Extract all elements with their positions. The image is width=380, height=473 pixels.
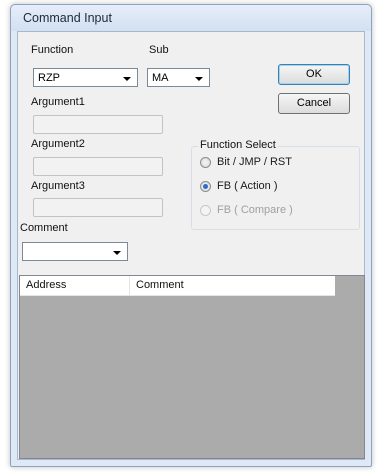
- column-header-comment[interactable]: Comment: [130, 276, 335, 295]
- sub-dropdown[interactable]: MA: [147, 68, 210, 87]
- dialog-body: Function RZP Sub MA OK Cancel Argument1 …: [17, 31, 365, 460]
- argument1-label: Argument1: [31, 96, 85, 108]
- title-bar[interactable]: Command Input: [11, 5, 371, 31]
- argument3-label: Argument3: [31, 180, 85, 192]
- sub-value: MA: [152, 72, 169, 84]
- radio-fb-action-button[interactable]: [200, 181, 211, 192]
- radio-bit-jmp-rst-button[interactable]: [200, 157, 211, 168]
- argument3-field[interactable]: [33, 198, 163, 217]
- function-select-title: Function Select: [198, 139, 278, 151]
- comment-label: Comment: [20, 222, 68, 234]
- argument2-label: Argument2: [31, 138, 85, 150]
- window-title: Command Input: [23, 11, 112, 25]
- function-select-group: Function Select Bit / JMP / RST FB ( Act…: [191, 139, 360, 230]
- cancel-button[interactable]: Cancel: [278, 93, 350, 114]
- radio-fb-action-label: FB ( Action ): [217, 180, 278, 192]
- chevron-down-icon: [195, 77, 203, 81]
- function-dropdown[interactable]: RZP: [33, 68, 138, 87]
- argument1-field[interactable]: [33, 115, 163, 134]
- column-header-address[interactable]: Address: [20, 276, 130, 295]
- chevron-down-icon: [113, 251, 121, 255]
- argument2-field[interactable]: [33, 157, 163, 176]
- function-label: Function: [31, 44, 74, 56]
- radio-fb-compare-label: FB ( Compare ): [217, 204, 293, 216]
- comment-dropdown[interactable]: [22, 242, 128, 261]
- address-comment-list[interactable]: Address Comment: [19, 275, 365, 459]
- function-value: RZP: [38, 72, 60, 84]
- ok-button[interactable]: OK: [278, 64, 350, 85]
- command-input-window: Command Input Function RZP Sub MA OK Can…: [10, 4, 372, 467]
- radio-bit-jmp-rst-label: Bit / JMP / RST: [217, 156, 292, 168]
- radio-fb-compare-button: [200, 205, 211, 216]
- sub-label: Sub: [149, 44, 169, 56]
- list-header: Address Comment: [20, 276, 335, 296]
- chevron-down-icon: [123, 77, 131, 81]
